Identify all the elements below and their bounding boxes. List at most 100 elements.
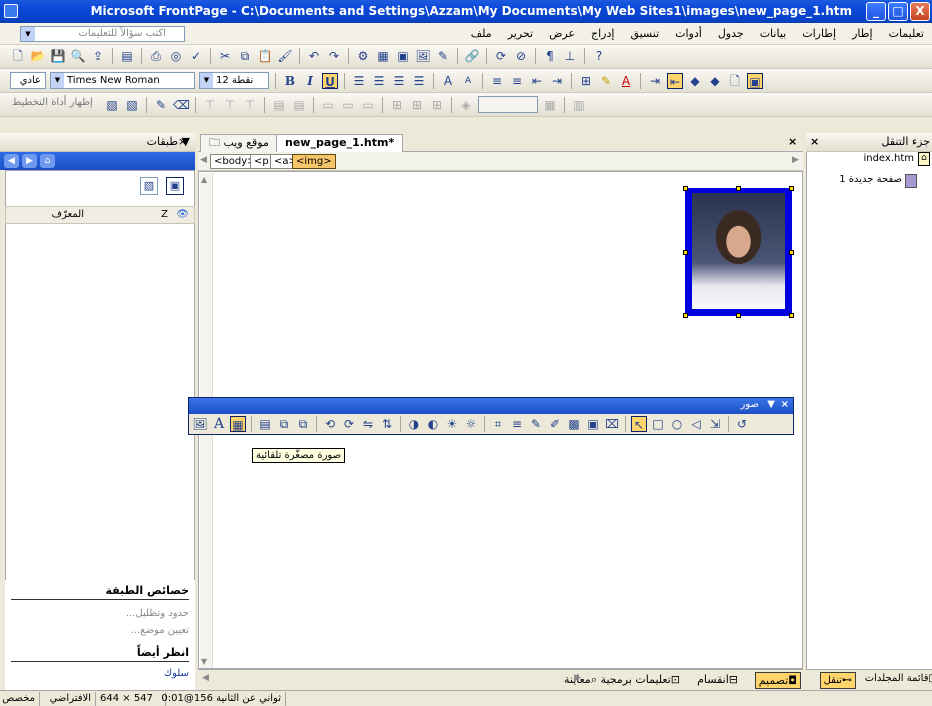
close-button[interactable]: X [910, 2, 930, 21]
menu-help[interactable]: تعليمات [881, 26, 932, 42]
ltr-icon[interactable]: ⇥ [647, 73, 663, 89]
format-picture-icon[interactable]: ✎ [528, 416, 544, 432]
child-photo[interactable] [692, 193, 785, 309]
color-icon[interactable]: ▩ [566, 416, 582, 432]
menu-frames[interactable]: إطارات [794, 26, 844, 42]
redo-icon[interactable]: ↷ [326, 48, 342, 64]
scroll-left-icon[interactable]: ◀ [200, 155, 207, 165]
hyperlink-icon[interactable]: 🔗 [464, 48, 480, 64]
cut-icon[interactable]: ✂ [217, 48, 233, 64]
minimize-button[interactable]: _ [866, 2, 886, 21]
draw-layer-icon[interactable]: ▧ [140, 177, 158, 195]
tab-website[interactable]: 🗀 موقع ويب [200, 134, 278, 152]
set-transparent-icon[interactable]: ✐ [547, 416, 563, 432]
forward-icon[interactable]: ▶ [22, 154, 37, 168]
more-brightness-icon[interactable]: ☀ [444, 416, 460, 432]
behaviors-link[interactable]: سلوك [11, 668, 189, 679]
eye-icon[interactable]: 👁 [176, 209, 189, 220]
bring-forward-icon[interactable]: ⧉ [276, 416, 292, 432]
layout-icon[interactable]: ⊥ [562, 48, 578, 64]
tab-code[interactable]: ⊡تعليمات برمجية [598, 672, 683, 689]
maximize-button[interactable]: □ [888, 2, 908, 21]
resize-handle[interactable] [683, 186, 688, 191]
resize-handle[interactable] [736, 186, 741, 191]
app-icon[interactable] [4, 4, 18, 18]
eraser-icon[interactable]: ⌫ [173, 97, 190, 113]
menu-data[interactable]: بيانات [752, 26, 795, 42]
web-component-icon[interactable]: ⚙ [355, 48, 371, 64]
borders-link[interactable]: حدود وتظليل... [11, 608, 189, 619]
close-icon[interactable]: × [781, 399, 789, 410]
tab-folder-list[interactable]: ▯قائمة المجلدات [865, 673, 932, 684]
decrease-font-icon[interactable]: A [460, 73, 476, 89]
menu-format[interactable]: تنسيق [622, 26, 667, 42]
resample-icon[interactable]: ⌧ [604, 416, 620, 432]
scroll-left-icon[interactable]: ◀ [202, 673, 209, 683]
help-icon[interactable]: ? [591, 48, 607, 64]
autofit-icon[interactable]: ⊞ [429, 97, 445, 113]
home-icon[interactable]: ⌂ [40, 154, 55, 168]
rotate-left-icon[interactable]: ⟲ [322, 416, 338, 432]
undo-icon[interactable]: ↶ [306, 48, 322, 64]
nav-root-page[interactable]: index.htm [863, 153, 914, 164]
underline-button[interactable]: U [322, 72, 338, 89]
resize-handle[interactable] [789, 250, 794, 255]
search-icon[interactable]: 🔍 [70, 48, 86, 64]
crop-icon[interactable]: ⌗ [490, 416, 506, 432]
scroll-right-icon[interactable]: ▶ [792, 155, 799, 165]
select-icon[interactable]: ↖ [631, 416, 647, 432]
position-absolutely-icon[interactable]: ▤ [257, 416, 273, 432]
close-icon[interactable]: × [788, 135, 797, 148]
flip-vertical-icon[interactable]: ⇅ [379, 416, 395, 432]
rectangular-hotspot-icon[interactable]: □ [650, 416, 666, 432]
open-icon[interactable]: 📂 [30, 48, 46, 64]
format-painter-icon[interactable]: 🖌 [277, 48, 293, 64]
resize-handle[interactable] [736, 313, 741, 318]
show-drawing-grid-label[interactable]: إظهار أداة التخطيط [12, 97, 93, 108]
copy-icon[interactable]: ⧉ [237, 48, 253, 64]
flip-horizontal-icon[interactable]: ⇋ [360, 416, 376, 432]
resize-handle[interactable] [789, 313, 794, 318]
drawing-icon[interactable]: ✎ [435, 48, 451, 64]
col-z[interactable]: Z [161, 209, 168, 220]
decrease-indent-icon[interactable]: ⇤ [529, 73, 545, 89]
scroll-down-icon[interactable]: ▼ [201, 657, 207, 666]
tab-split[interactable]: ⊟انقسام [694, 672, 741, 689]
distribute-rows-icon[interactable]: ⊞ [389, 97, 405, 113]
bold-button[interactable]: B [282, 73, 298, 89]
table-autoformat-icon[interactable]: ▦ [542, 97, 558, 113]
less-brightness-icon[interactable]: ☼ [463, 416, 479, 432]
align-right-icon[interactable]: ☰ [391, 73, 407, 89]
ask-question-box[interactable]: ▼ اكتب سؤالاً للتعليمات [20, 26, 185, 42]
new-page-icon[interactable]: 🗋 [10, 48, 26, 64]
increase-font-icon[interactable]: A [440, 73, 456, 89]
pictures-toolbar-titlebar[interactable]: × ▼ صور [189, 398, 793, 414]
italic-button[interactable]: I [302, 73, 318, 89]
position-link[interactable]: تعيين موضع... [11, 625, 189, 636]
align-left-icon[interactable]: ☰ [351, 73, 367, 89]
insert-picture-icon[interactable]: 🖼 [192, 416, 208, 432]
tab-new-page[interactable]: new_page_1.htm* [276, 134, 404, 152]
save-icon[interactable]: 💾 [50, 48, 66, 64]
forward-icon[interactable]: ◆ [707, 73, 723, 89]
chevron-down-icon[interactable]: ▼ [21, 27, 35, 41]
less-contrast-icon[interactable]: ◐ [425, 416, 441, 432]
paste-icon[interactable]: 📋 [257, 48, 273, 64]
highlight-icon[interactable]: ✎ [598, 73, 614, 89]
more-contrast-icon[interactable]: ◑ [406, 416, 422, 432]
layout-table-icon[interactable]: ▧ [124, 97, 140, 113]
menu-edit[interactable]: تحرير [500, 26, 541, 42]
draw-table-icon[interactable]: ✎ [153, 97, 169, 113]
numbering-icon[interactable]: ≡ [489, 73, 505, 89]
chevron-down-icon[interactable]: ▼ [51, 73, 64, 88]
rotate-right-icon[interactable]: ⟳ [341, 416, 357, 432]
table-autoformat-combo[interactable] [478, 96, 538, 113]
font-combo[interactable]: ▼ Times New Roman [50, 72, 195, 89]
show-all-icon[interactable]: ¶ [542, 48, 558, 64]
nav-child-page[interactable]: صفحة جديدة 1 [839, 174, 902, 185]
merge-cells-icon[interactable]: ▭ [340, 97, 356, 113]
distribute-columns-icon[interactable]: ⊞ [409, 97, 425, 113]
resize-handle[interactable] [683, 313, 688, 318]
resize-handle[interactable] [683, 250, 688, 255]
home-page-icon[interactable]: ⌂ [918, 152, 930, 166]
